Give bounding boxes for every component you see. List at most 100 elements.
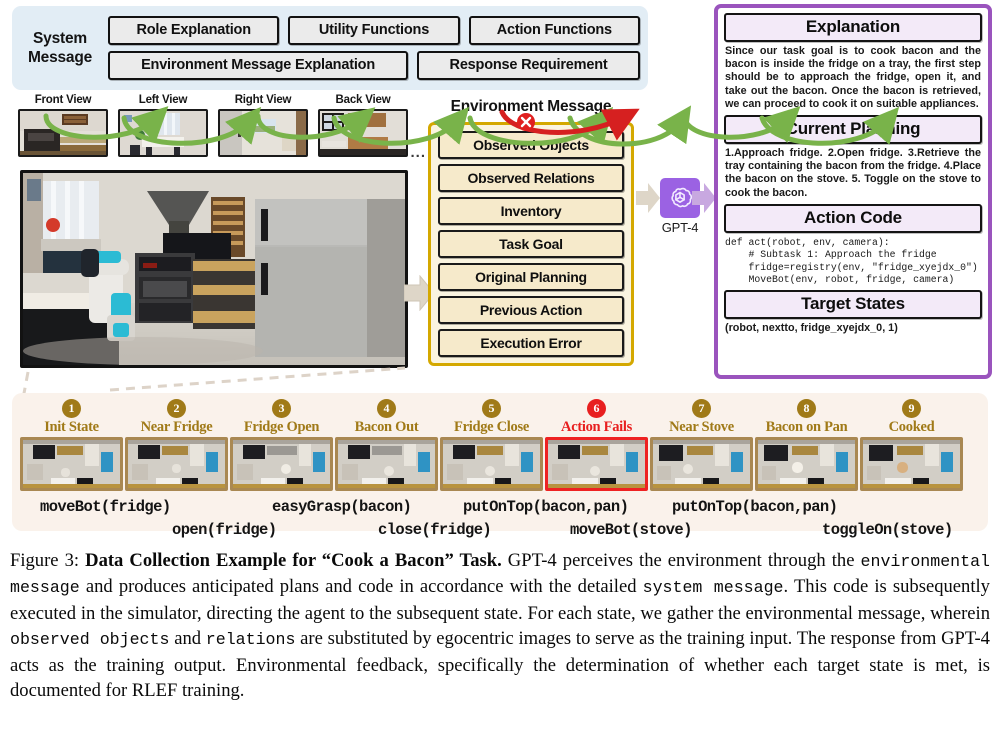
sys-box-action-functions[interactable]: Action Functions [468,16,640,45]
model-output-panel: Explanation Since our task goal is to co… [714,4,992,379]
state-thumbnail-7[interactable] [650,437,753,491]
env-box-execution-error[interactable]: Execution Error [438,328,624,357]
view-right-thumbnail[interactable] [218,109,308,157]
view-front-thumbnail[interactable] [18,109,108,157]
state-label-5: Fridge Close [454,419,529,435]
state-label-8: Bacon on Pan [765,419,848,435]
state-thumbnail-9[interactable] [860,437,963,491]
action-code-body: def act(robot, env, camera): # Subtask 1… [725,236,978,286]
camera-views-strip: Front View Left View Right View Back Vie… [18,94,425,162]
action-label-5: putOnTop(bacon,pan) [463,498,629,516]
caption-figure-number: Figure 3: [10,550,80,571]
view-back[interactable]: Back View [318,94,408,157]
state-badge-2: 2 [167,399,186,418]
timeline-state-6[interactable]: 6 Action Fails [545,399,648,491]
view-front[interactable]: Front View [18,94,108,157]
action-label-6: moveBot(stove) [570,521,692,539]
timeline-state-9[interactable]: 9 Cooked [860,399,963,491]
action-label-4: close(fridge) [378,521,492,539]
env-box-previous-action[interactable]: Previous Action [438,295,624,325]
env-box-inventory[interactable]: Inventory [438,196,624,226]
topdown-scene-7 [653,440,750,488]
action-label-3: easyGrasp(bacon) [272,498,412,516]
explanation-header: Explanation [724,13,982,42]
view-left-label: Left View [138,94,188,106]
sys-box-utility-functions[interactable]: Utility Functions [288,16,460,45]
sys-box-environment-message-explanation[interactable]: Environment Message Explanation [108,51,409,80]
state-badge-3: 3 [272,399,291,418]
state-thumbnail-4[interactable] [335,437,438,491]
state-thumbnail-1[interactable] [20,437,123,491]
state-label-6: Action Fails [561,419,632,435]
state-thumbnail-8[interactable] [755,437,858,491]
caption-seg2: and produces anticipated plans and code … [79,576,643,598]
figure-caption: Figure 3: Data Collection Example for “C… [10,548,990,703]
target-states-body: (robot, nextto, fridge_xyejdx_0, 1) [725,322,898,335]
timeline-state-3[interactable]: 3 Fridge Open [230,399,333,491]
gpt4-label: GPT-4 [661,220,699,235]
system-message-row-2: Environment Message Explanation Response… [108,51,640,80]
view-right[interactable]: Right View [218,94,308,157]
view-left-thumbnail[interactable] [118,109,208,157]
timeline-state-8[interactable]: 8 Bacon on Pan [755,399,858,491]
env-box-observed-relations[interactable]: Observed Relations [438,163,624,193]
back-view-image [320,111,406,155]
timeline-state-4[interactable]: 4 Bacon Out [335,399,438,491]
view-right-label: Right View [234,94,292,106]
view-back-thumbnail[interactable] [318,109,408,157]
caption-seg4: and [169,628,206,650]
env-box-task-goal[interactable]: Task Goal [438,229,624,259]
explanation-body: Since our task goal is to cook bacon and… [725,45,981,110]
action-label-7: putOnTop(bacon,pan) [672,498,838,516]
right-view-image [220,111,306,155]
environment-message-panel: Observed Objects Observed Relations Inve… [428,122,634,366]
state-badge-1: 1 [62,399,81,418]
topdown-scene-6 [548,440,645,488]
environment-message-title: Environment Message [450,98,612,115]
kitchen-scene-render [23,173,405,365]
view-front-label: Front View [34,94,92,106]
timeline-state-2[interactable]: 2 Near Fridge [125,399,228,491]
caption-mono-system-message: system message [642,578,784,598]
state-badge-7: 7 [692,399,711,418]
left-view-image [120,111,206,155]
topdown-scene-8 [758,440,855,488]
topdown-scene-1 [23,440,120,488]
front-view-image [20,111,106,155]
state-badge-5: 5 [482,399,501,418]
sys-box-role-explanation[interactable]: Role Explanation [108,16,280,45]
topdown-scene-5 [443,440,540,488]
caption-mono-relations: relations [205,630,296,650]
caption-seg1: GPT-4 perceives the environment through … [501,550,861,571]
topdown-scene-4 [338,440,435,488]
system-message-label: System Message [12,29,108,67]
topdown-scene-9 [863,440,960,488]
model-to-output-arrow [692,182,716,214]
state-label-7: Near Stove [669,419,734,435]
env-box-original-planning[interactable]: Original Planning [438,262,624,292]
system-message-panel: System Message Role Explanation Utility … [12,6,648,90]
view-left[interactable]: Left View [118,94,208,157]
state-badge-4: 4 [377,399,396,418]
state-label-4: Bacon Out [354,419,419,435]
timeline-state-5[interactable]: 5 Fridge Close [440,399,543,491]
timeline-state-1[interactable]: 1 Init State [20,399,123,491]
state-thumbnail-2[interactable] [125,437,228,491]
target-states-header: Target States [724,290,982,320]
state-badge-8: 8 [797,399,816,418]
env-box-observed-objects[interactable]: Observed Objects [438,131,624,160]
state-label-9: Cooked [888,419,935,435]
topdown-scene-2 [128,440,225,488]
current-planning-body: 1.Approach fridge. 2.Open fridge. 3.Retr… [725,147,981,199]
state-thumbnail-5[interactable] [440,437,543,491]
state-label-1: Init State [44,419,99,435]
main-scene-image[interactable] [20,170,408,368]
state-thumbnail-3[interactable] [230,437,333,491]
timeline-state-7[interactable]: 7 Near Stove [650,399,753,491]
sys-box-response-requirement[interactable]: Response Requirement [417,51,640,80]
state-label-2: Near Fridge [140,419,213,435]
state-thumbnail-6[interactable] [545,437,648,491]
action-label-1: moveBot(fridge) [40,498,171,516]
topdown-scene-3 [233,440,330,488]
views-ellipsis: ... [410,144,426,161]
